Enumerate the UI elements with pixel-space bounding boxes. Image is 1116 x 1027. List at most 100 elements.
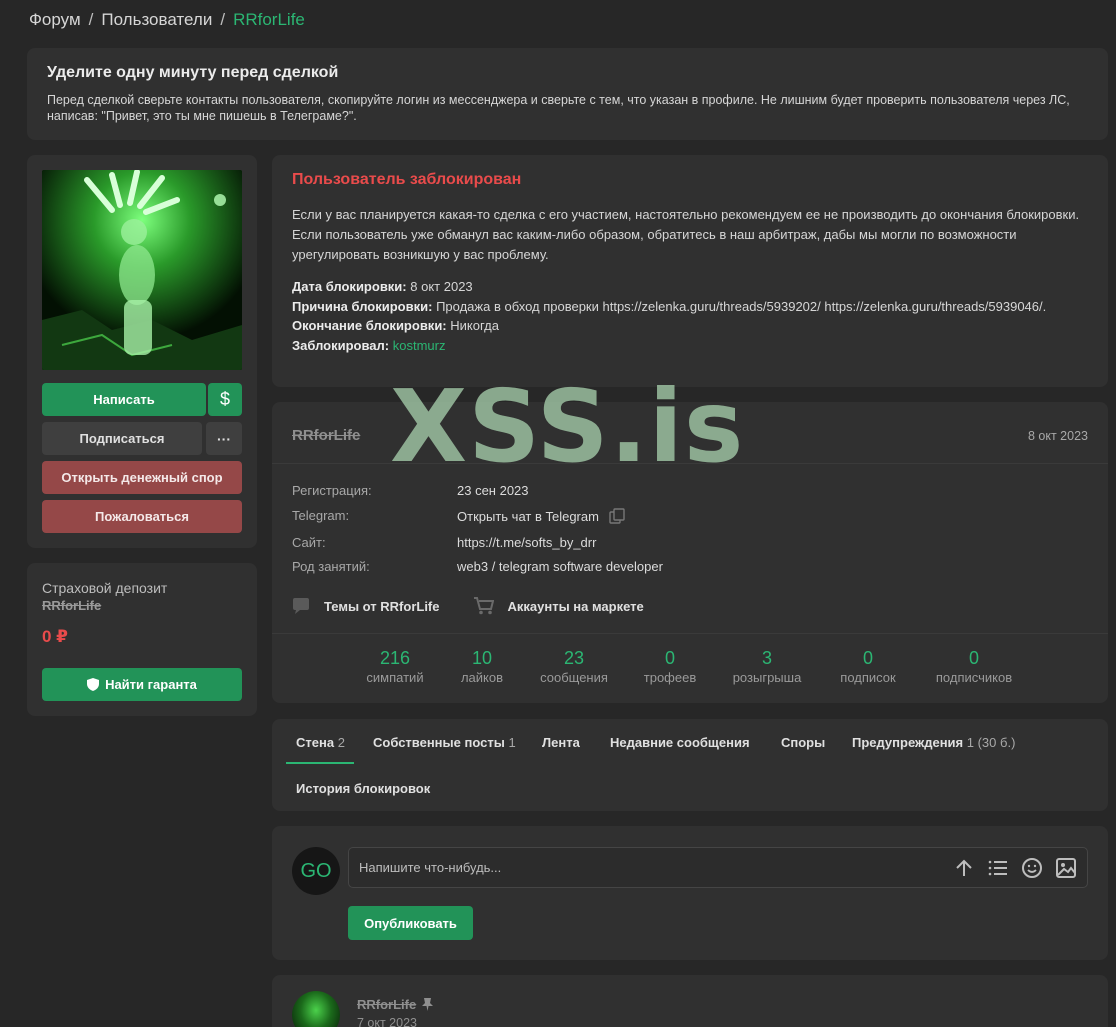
profile-sidebar: Написать $ Подписаться ··· Открыть денеж… (27, 155, 257, 548)
post-author-name[interactable]: RRforLife (357, 997, 416, 1012)
tab-label: Предупреждения (852, 735, 964, 750)
stat-subscribers[interactable]: 0 подписчиков (936, 648, 1012, 685)
ban-by-row: Заблокировал: kostmurz (292, 336, 1088, 356)
telegram-link[interactable]: Открыть чат в Telegram (457, 509, 599, 524)
tab-disputes[interactable]: Споры (781, 735, 825, 750)
input-placeholder: Напишите что-нибудь... (359, 860, 502, 875)
info-value-telegram: Открыть чат в Telegram (457, 508, 625, 524)
tab-label: Лента (542, 735, 580, 750)
deal-notice: Уделите одну минуту перед сделкой Перед … (27, 48, 1108, 140)
more-options-button[interactable]: ··· (206, 422, 242, 455)
stat-number: 23 (563, 648, 585, 668)
tab-count: 1 (508, 735, 516, 750)
info-value: web3 / telegram software developer (457, 559, 663, 574)
stat-messages[interactable]: 23 сообщения (540, 648, 608, 685)
profile-username: RRforLife (292, 427, 361, 444)
profile-links: Темы от RRforLife Аккаунты на маркете (292, 597, 644, 615)
user-threads-link[interactable]: Темы от RRforLife (292, 597, 440, 615)
stat-label: трофеев (643, 670, 697, 685)
ban-by-user-link[interactable]: kostmurz (393, 338, 446, 353)
tab-recent-messages[interactable]: Недавние сообщения (610, 735, 750, 750)
market-accounts-label: Аккаунты на маркете (507, 598, 644, 614)
notice-text: Перед сделкой сверьте контакты пользоват… (47, 93, 1070, 123)
info-key: Сайт: (292, 535, 326, 550)
stat-label: подписок (840, 670, 896, 685)
stat-number: 0 (664, 648, 676, 668)
breadcrumb-forum[interactable]: Форум (29, 10, 81, 30)
avatar-image-icon (42, 170, 242, 370)
stat-trophies[interactable]: 0 трофеев (644, 648, 696, 685)
info-row-occupation: Род занятий: web3 / telegram software de… (292, 559, 663, 574)
ban-end-value: Никогда (450, 318, 499, 333)
user-threads-label: Темы от RRforLife (324, 598, 440, 614)
deposit-user: RRforLife (42, 598, 102, 613)
info-row-telegram: Telegram: Открыть чат в Telegram (292, 508, 625, 524)
info-row-site: Сайт: https://t.me/softs_by_drr (292, 535, 596, 550)
tab-label: Недавние сообщения (610, 735, 750, 750)
emoji-icon[interactable] (1021, 857, 1043, 879)
site-link[interactable]: https://t.me/softs_by_drr (457, 535, 596, 550)
stat-label: сообщения (540, 670, 608, 685)
copy-icon[interactable] (609, 508, 625, 524)
info-row-registration: Регистрация: 23 сен 2023 (292, 483, 529, 498)
publish-button[interactable]: Опубликовать (348, 906, 473, 940)
info-key: Telegram: (292, 508, 350, 523)
tab-label: Стена (296, 735, 335, 750)
stat-likes-received[interactable]: 216 симпатий (366, 648, 423, 685)
post-author: RRforLife (357, 997, 434, 1012)
find-guarantor-button[interactable]: Найти гаранта (42, 668, 242, 701)
insurance-deposit-card: Страховой депозит RRforLife 0 ₽ Найти га… (27, 563, 257, 716)
profile-avatar[interactable] (42, 170, 242, 370)
subscribe-button[interactable]: Подписаться (42, 422, 202, 455)
tab-own-posts[interactable]: Собственные посты 1 (373, 735, 516, 750)
cart-icon (473, 597, 494, 615)
stat-giveaways[interactable]: 3 розыгрыша (733, 648, 802, 685)
ban-text: Если у вас планируется какая-то сделка с… (292, 207, 1080, 262)
tab-count: 2 (337, 735, 345, 750)
ban-by-label: Заблокировал: (292, 337, 390, 353)
info-key: Регистрация: (292, 483, 372, 498)
list-icon[interactable] (987, 857, 1009, 879)
divider (272, 463, 1108, 464)
breadcrumb-current[interactable]: RRforLife (233, 10, 305, 30)
image-icon[interactable] (1055, 857, 1077, 879)
transfer-money-button[interactable]: $ (208, 383, 242, 416)
info-key: Род занятий: (292, 559, 370, 574)
ban-end-label: Окончание блокировки: (292, 318, 447, 333)
stat-label: розыгрыша (732, 670, 802, 685)
stat-likes[interactable]: 10 лайков (461, 648, 503, 685)
chat-bubble-icon (293, 598, 309, 614)
tab-wall[interactable]: Стена 2 (296, 735, 345, 750)
stat-label: подписчиков (935, 670, 1013, 685)
ban-details: Дата блокировки: 8 окт 2023 Причина блок… (292, 277, 1088, 355)
tab-warnings[interactable]: Предупреждения 1 (30 б.) (852, 735, 1015, 750)
tab-feed[interactable]: Лента (542, 735, 580, 750)
shield-icon (87, 678, 100, 691)
current-user-avatar[interactable]: GO (292, 847, 340, 895)
ban-date-label: Дата блокировки: (292, 279, 407, 294)
breadcrumb: Форум / Пользователи / RRforLife (29, 10, 305, 30)
post-date: 7 окт 2023 (357, 1016, 417, 1027)
open-dispute-button[interactable]: Открыть денежный спор (42, 461, 242, 494)
breadcrumb-separator: / (220, 10, 226, 29)
tab-ban-history[interactable]: История блокировок (296, 781, 430, 796)
wall-post-input[interactable]: Напишите что-нибудь... (348, 847, 1088, 888)
tab-label: Собственные посты (373, 735, 505, 750)
tab-label: Споры (781, 735, 826, 750)
ban-reason-row: Причина блокировки: Продажа в обход пров… (292, 297, 1088, 317)
stat-number: 216 (379, 648, 411, 668)
write-button[interactable]: Написать (42, 383, 206, 416)
report-button[interactable]: Пожаловаться (42, 500, 242, 533)
stat-subscriptions[interactable]: 0 подписок (840, 648, 895, 685)
arrow-up-icon[interactable] (953, 857, 975, 879)
breadcrumb-users[interactable]: Пользователи (101, 10, 212, 30)
post-author-avatar[interactable] (292, 991, 340, 1027)
ban-end-row: Окончание блокировки: Никогда (292, 316, 1088, 336)
ban-date-row: Дата блокировки: 8 окт 2023 (292, 277, 1088, 297)
market-accounts-link[interactable]: Аккаунты на маркете (473, 597, 644, 615)
ban-date-value: 8 окт 2023 (410, 279, 473, 294)
stat-number: 3 (761, 648, 772, 668)
wall-composer: GO Напишите что-нибудь... Опубликовать (272, 826, 1108, 960)
active-tab-indicator (286, 762, 354, 764)
ban-reason-value: Продажа в обход проверки https://zelenka… (436, 298, 1047, 314)
